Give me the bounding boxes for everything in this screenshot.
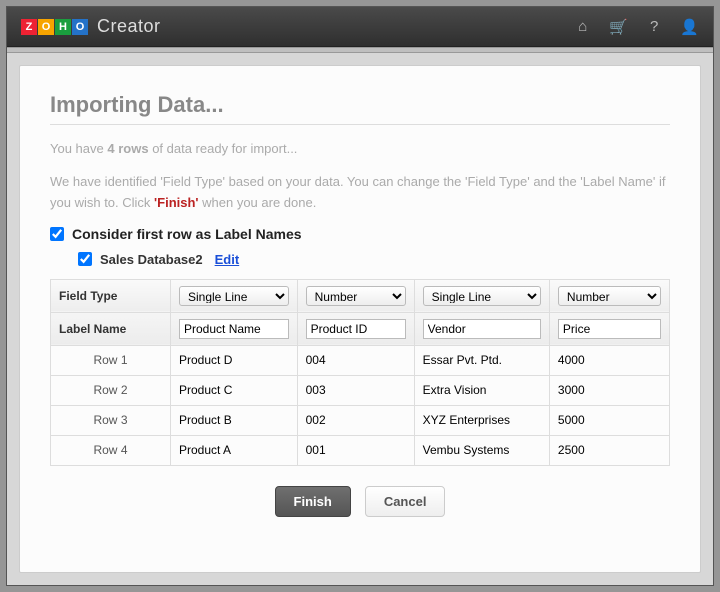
row-label: Row 2	[51, 375, 171, 405]
edit-link[interactable]: Edit	[215, 252, 240, 267]
help-icon[interactable]: ?	[650, 18, 658, 36]
row-label: Row 4	[51, 435, 171, 465]
table-row: Row 3 Product B 002 XYZ Enterprises 5000	[51, 405, 670, 435]
field-type-select-0[interactable]: Single Line	[179, 286, 289, 306]
cell: Product D	[171, 345, 298, 375]
cell: Product B	[171, 405, 298, 435]
explain-finish: 'Finish'	[154, 195, 198, 210]
app-window: Z O H O Creator ⌂ 🛒 ? 👤 Importing Data..…	[6, 6, 714, 586]
logo: Z O H O Creator	[21, 16, 161, 37]
field-type-select-2[interactable]: Single Line	[423, 286, 541, 306]
home-icon[interactable]: ⌂	[578, 18, 587, 36]
data-table: Field Type Single Line Number Single Lin…	[50, 279, 670, 466]
logo-letter-o2: O	[72, 19, 88, 35]
consider-first-row: Consider first row as Label Names	[50, 226, 670, 242]
consider-label: Consider first row as Label Names	[72, 226, 302, 242]
label-name-input-0[interactable]	[179, 319, 289, 339]
table-row: Row 4 Product A 001 Vembu Systems 2500	[51, 435, 670, 465]
field-type-select-3[interactable]: Number	[558, 286, 661, 306]
page-title: Importing Data...	[50, 92, 670, 125]
summary-line: You have 4 rows of data ready for import…	[50, 141, 670, 156]
summary-prefix: You have	[50, 141, 104, 156]
cell: Vembu Systems	[414, 435, 549, 465]
dataset-checkbox[interactable]	[78, 252, 92, 266]
summary-suffix: of data ready for import...	[152, 141, 297, 156]
dataset-row: Sales Database2 Edit	[50, 252, 670, 267]
cell: 002	[297, 405, 414, 435]
logo-letter-z: Z	[21, 19, 37, 35]
cell: Extra Vision	[414, 375, 549, 405]
cell: Product A	[171, 435, 298, 465]
row-label: Row 3	[51, 405, 171, 435]
finish-button[interactable]: Finish	[275, 486, 351, 517]
cell: XYZ Enterprises	[414, 405, 549, 435]
cell: 5000	[549, 405, 669, 435]
cell: 2500	[549, 435, 669, 465]
cell: 001	[297, 435, 414, 465]
consider-checkbox[interactable]	[50, 227, 64, 241]
field-type-header: Field Type	[51, 279, 171, 312]
page-card: Importing Data... You have 4 rows of dat…	[19, 65, 701, 573]
label-name-header: Label Name	[51, 312, 171, 345]
table-row: Row 1 Product D 004 Essar Pvt. Ptd. 4000	[51, 345, 670, 375]
topbar: Z O H O Creator ⌂ 🛒 ? 👤	[7, 7, 713, 47]
logo-letter-o: O	[38, 19, 54, 35]
label-name-input-3[interactable]	[558, 319, 661, 339]
cell: 4000	[549, 345, 669, 375]
dataset-name: Sales Database2	[100, 252, 203, 267]
button-row: Finish Cancel	[50, 486, 670, 517]
cell: Essar Pvt. Ptd.	[414, 345, 549, 375]
cell: 004	[297, 345, 414, 375]
row-label: Row 1	[51, 345, 171, 375]
table-row: Row 2 Product C 003 Extra Vision 3000	[51, 375, 670, 405]
cancel-button[interactable]: Cancel	[365, 486, 446, 517]
logo-letter-h: H	[55, 19, 71, 35]
cell: Product C	[171, 375, 298, 405]
field-type-select-1[interactable]: Number	[306, 286, 406, 306]
product-name: Creator	[97, 16, 161, 37]
topbar-icons: ⌂ 🛒 ? 👤	[578, 18, 699, 36]
label-name-input-2[interactable]	[423, 319, 541, 339]
summary-rows: 4 rows	[107, 141, 148, 156]
user-icon[interactable]: 👤	[680, 18, 699, 36]
label-name-input-1[interactable]	[306, 319, 406, 339]
cart-icon[interactable]: 🛒	[609, 18, 628, 36]
explain-line: We have identified 'Field Type' based on…	[50, 172, 670, 214]
cell: 003	[297, 375, 414, 405]
explain-b: when you are done.	[202, 195, 316, 210]
subbar	[7, 47, 713, 53]
explain-a: We have identified 'Field Type' based on…	[50, 174, 665, 210]
cell: 3000	[549, 375, 669, 405]
